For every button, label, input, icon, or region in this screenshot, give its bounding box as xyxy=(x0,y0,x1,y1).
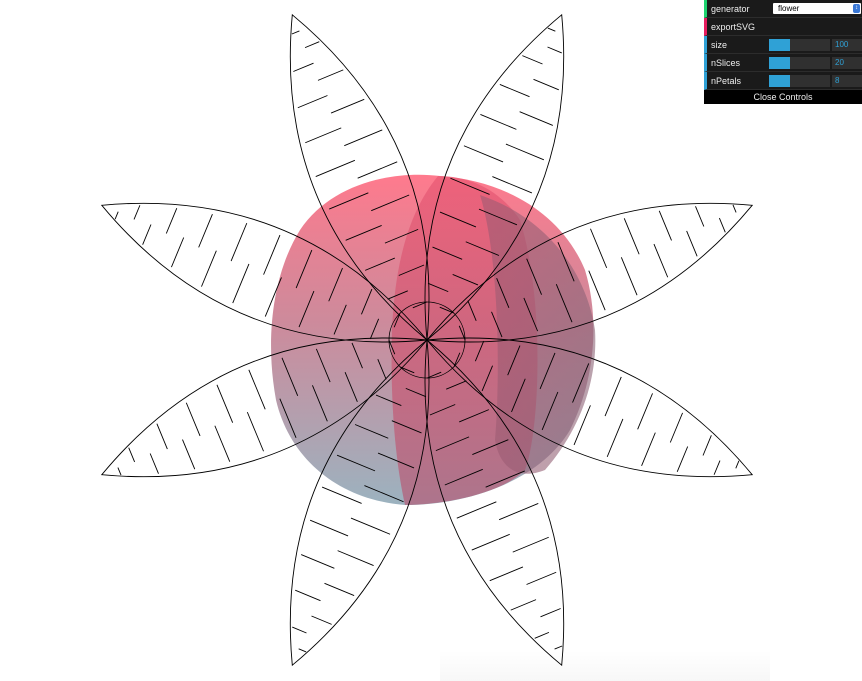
export-svg-button[interactable]: exportSVG xyxy=(704,18,862,36)
petals xyxy=(100,13,754,667)
size-slider-fill xyxy=(769,39,791,51)
npetals-slider-fill xyxy=(769,75,791,87)
size-input[interactable]: 100 xyxy=(832,39,862,51)
controls-panel: generator flower ↕ exportSVG size 100 nS… xyxy=(704,0,862,104)
npetals-row: nPetals 8 xyxy=(704,72,862,90)
generator-label: generator xyxy=(711,4,750,14)
shadow-gradient xyxy=(440,650,770,681)
npetals-input[interactable]: 8 xyxy=(832,75,862,87)
generator-select[interactable]: flower ↕ xyxy=(773,3,861,14)
nslices-row: nSlices 20 xyxy=(704,54,862,72)
nslices-label: nSlices xyxy=(711,58,741,68)
size-label: size xyxy=(711,40,728,50)
nslices-input[interactable]: 20 xyxy=(832,57,862,69)
export-svg-label: exportSVG xyxy=(711,22,756,32)
chevron-updown-icon: ↕ xyxy=(853,4,860,13)
npetals-label: nPetals xyxy=(711,76,742,86)
nslices-slider[interactable] xyxy=(769,57,830,69)
generator-row: generator flower ↕ xyxy=(704,0,862,18)
size-slider[interactable] xyxy=(769,39,830,51)
size-row: size 100 xyxy=(704,36,862,54)
close-controls-button[interactable]: Close Controls xyxy=(704,90,862,104)
npetals-slider[interactable] xyxy=(769,75,830,87)
generator-value: flower xyxy=(778,4,800,13)
nslices-slider-fill xyxy=(769,57,791,69)
